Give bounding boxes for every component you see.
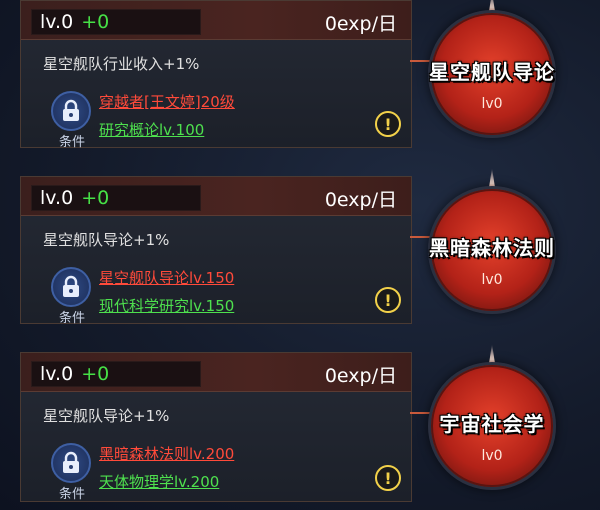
node-level: lv0 [481,96,503,112]
level-gain-text: +0 [81,11,110,33]
level-display: lv.0 +0 [31,185,201,211]
effect-description: 星空舰队行业收入+1% [43,55,200,73]
exp-rate-text: 0exp/日 [324,13,397,35]
requirement-link-1[interactable]: 穿越者[王文婷]20级 [99,91,235,112]
condition-label: 条件 [58,487,85,502]
condition-label: 条件 [58,311,85,326]
level-text: lv.0 [40,187,74,209]
exclamation-icon[interactable]: ! [375,287,401,313]
level-display: lv.0 +0 [31,361,201,387]
node-level: lv0 [481,272,503,288]
node-level: lv0 [481,448,503,464]
effect-description: 星空舰队导论+1% [43,407,170,425]
level-gain-text: +0 [81,187,110,209]
lock-icon [51,267,91,307]
exclamation-icon[interactable]: ! [375,111,401,137]
node-title: 黑暗森林法则 [429,236,555,260]
requirement-link-2[interactable]: 现代科学研究lv.150 [99,295,234,316]
level-gain-text: +0 [81,363,110,385]
requirement-link-2[interactable]: 研究概论lv.100 [99,119,204,140]
skill-card-2: lv.0 +0 0exp/日 星空舰队导论+1% 条件 星空舰队导论lv.150… [20,176,412,326]
skill-node-2[interactable]: 黑暗森林法则 lv0 [428,168,556,314]
lock-icon [51,443,91,483]
exclamation-icon[interactable]: ! [375,465,401,491]
level-text: lv.0 [40,363,74,385]
skill-card-3: lv.0 +0 0exp/日 星空舰队导论+1% 条件 黑暗森林法则lv.200… [20,352,412,502]
exp-rate-text: 0exp/日 [324,365,397,387]
level-text: lv.0 [40,11,74,33]
lock-icon [51,91,91,131]
level-display: lv.0 +0 [31,9,201,35]
requirement-link-2[interactable]: 天体物理学lv.200 [99,471,219,492]
skill-card-1: lv.0 +0 0exp/日 星空舰队行业收入+1% 条件 穿越者[王文婷]20… [20,0,412,150]
requirement-link-1[interactable]: 黑暗森林法则lv.200 [99,443,234,464]
requirement-link-1[interactable]: 星空舰队导论lv.150 [99,267,234,288]
skill-node-1[interactable]: 星空舰队导论 lv0 [428,0,556,138]
node-title: 宇宙社会学 [439,412,545,436]
skill-node-3[interactable]: 宇宙社会学 lv0 [428,344,556,490]
node-title: 星空舰队导论 [429,60,555,84]
condition-label: 条件 [58,135,85,150]
exp-rate-text: 0exp/日 [324,189,397,211]
effect-description: 星空舰队导论+1% [43,231,170,249]
